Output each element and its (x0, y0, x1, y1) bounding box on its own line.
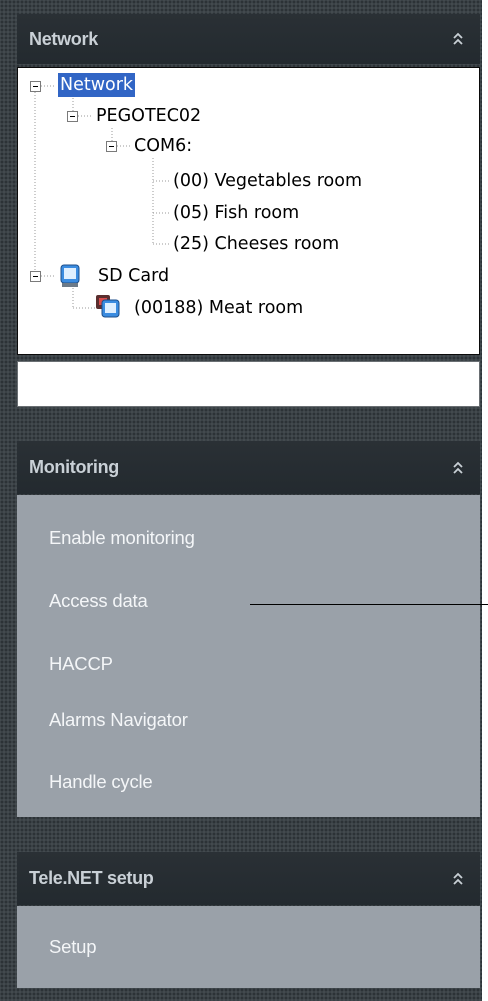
tree-minus-icon[interactable] (30, 271, 41, 282)
monitoring-section-header[interactable]: Monitoring (17, 441, 480, 494)
monitoring-panel: Enable monitoring Access data HACCP Alar… (17, 495, 480, 817)
telenet-panel: Setup (17, 906, 480, 988)
handle-cycle-link[interactable]: Handle cycle (49, 771, 153, 793)
device-icon (96, 294, 120, 323)
double-chevron-up-icon[interactable] (452, 32, 464, 46)
haccp-link[interactable]: HACCP (49, 653, 113, 675)
tree-node-network[interactable]: Network (58, 73, 136, 97)
access-data-link[interactable]: Access data (49, 590, 148, 612)
sidebar: Network Network PEGOTEC02 COM6: (00) Veg… (0, 0, 488, 1001)
tree-minus-icon[interactable] (30, 81, 41, 92)
network-status-field (17, 361, 480, 407)
network-header-label: Network (29, 28, 98, 49)
tree-node-device[interactable]: (00) Vegetables room (173, 168, 362, 194)
tree-node-sd-card[interactable]: SD Card (98, 263, 169, 289)
tree-node-device[interactable]: (05) Fish room (173, 200, 299, 226)
tree-node-sd-device[interactable]: (00188) Meat room (134, 295, 303, 321)
tree-minus-icon[interactable] (106, 141, 117, 152)
network-section-header[interactable]: Network (17, 14, 480, 64)
double-chevron-up-icon[interactable] (452, 872, 464, 886)
alarms-navigator-link[interactable]: Alarms Navigator (49, 709, 188, 731)
monitoring-header-label: Monitoring (29, 457, 119, 477)
setup-link[interactable]: Setup (49, 936, 97, 958)
telenet-header-label: Tele.NET setup (29, 868, 154, 888)
network-tree[interactable]: Network PEGOTEC02 COM6: (00) Vegetables … (17, 67, 480, 355)
telenet-section-header[interactable]: Tele.NET setup (17, 852, 480, 905)
callout-line (250, 604, 488, 605)
tree-minus-icon[interactable] (67, 111, 78, 122)
window-edge (482, 0, 488, 1001)
tree-node-host[interactable]: PEGOTEC02 (96, 103, 201, 129)
tree-node-device[interactable]: (25) Cheeses room (173, 231, 339, 257)
enable-monitoring-link[interactable]: Enable monitoring (49, 527, 195, 549)
sd-card-icon (60, 264, 82, 293)
double-chevron-up-icon[interactable] (452, 461, 464, 475)
tree-node-port[interactable]: COM6: (134, 133, 192, 159)
